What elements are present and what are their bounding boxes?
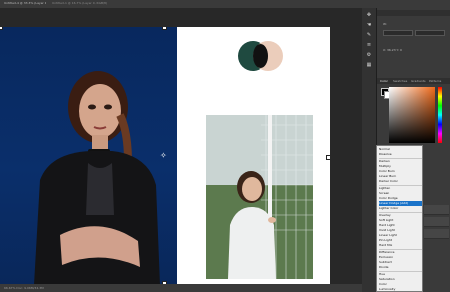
layers-panel xyxy=(423,145,450,292)
goalnet-photo-art xyxy=(206,115,313,279)
blend-option[interactable]: Darker Color xyxy=(379,179,422,184)
adjust-tool-icon[interactable]: ≡ xyxy=(366,42,372,48)
color-picker-field[interactable] xyxy=(389,87,435,143)
transform-center-marker[interactable]: ✧ xyxy=(160,152,167,160)
properties-coord: X: 36.23 Y: 0 xyxy=(383,48,402,52)
hand-tool-icon[interactable]: ☚ xyxy=(366,22,372,28)
status-text: 66.67% Doc: 9.06M/34.3M xyxy=(4,286,44,290)
layer-row[interactable] xyxy=(424,217,449,227)
blend-mode-dropdown[interactable]: Normal Dissolve Darken Multiply Color Bu… xyxy=(376,145,423,292)
color-panel-tabs: Color Swatches Gradients Patterns xyxy=(377,78,450,84)
blend-option[interactable]: Divide xyxy=(379,265,422,270)
blend-option[interactable]: Luminosity xyxy=(379,287,422,292)
layer-row[interactable] xyxy=(424,229,449,239)
tools-column: ✥ ☚ ✎ ≡ ⚙ ▦ xyxy=(362,8,377,292)
settings-tool-icon[interactable]: ⚙ xyxy=(366,52,372,58)
blend-option[interactable]: Dissolve xyxy=(379,152,422,157)
layer-row[interactable] xyxy=(424,205,449,215)
prop-input-1[interactable] xyxy=(383,30,413,36)
properties-header xyxy=(377,10,450,16)
tab-patterns[interactable]: Patterns xyxy=(429,79,441,83)
goalnet-photo xyxy=(206,115,313,279)
move-tool-icon[interactable]: ✥ xyxy=(366,12,372,18)
tab-color[interactable]: Color xyxy=(380,79,388,83)
selection-handle-tl[interactable] xyxy=(0,27,3,30)
blend-option[interactable]: Lighter Color xyxy=(379,206,422,211)
document-tab-inactive[interactable]: Untitled-1 @ 16.7% (Layer 0, RGB/8) xyxy=(52,1,108,7)
hue-slider[interactable] xyxy=(438,87,442,143)
selection-handle-mr[interactable] xyxy=(326,155,330,160)
layers-tool-icon[interactable]: ▦ xyxy=(366,62,372,68)
blend-option[interactable]: Hard Mix xyxy=(379,243,422,248)
portrait-photo xyxy=(34,71,160,285)
selection-handle-tm[interactable] xyxy=(162,27,167,30)
status-bar: 66.67% Doc: 9.06M/34.3M xyxy=(0,284,362,292)
document-tab-active[interactable]: Untitled-4 @ 33.3% (Layer 1, RGB/8#) xyxy=(4,1,46,7)
tab-gradients[interactable]: Gradients xyxy=(411,79,426,83)
canvas-workspace[interactable]: ✧ xyxy=(0,8,362,285)
tab-swatches[interactable]: Swatches xyxy=(393,79,407,83)
prop-input-2[interactable] xyxy=(415,30,445,36)
circle-overlap xyxy=(253,44,268,68)
properties-width-label: W: xyxy=(383,22,387,26)
brush-tool-icon[interactable]: ✎ xyxy=(366,32,372,38)
artboard[interactable]: ✧ xyxy=(0,27,330,285)
